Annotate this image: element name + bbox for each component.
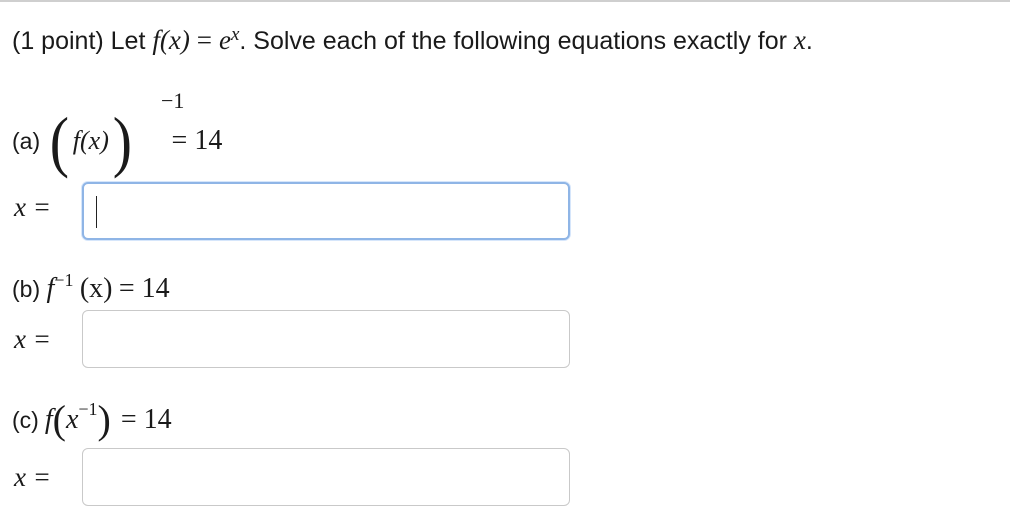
equals-sign: = (196, 25, 213, 55)
right-paren-icon: ) (112, 103, 132, 179)
part-a-exponent: −1 (161, 88, 185, 113)
exp-base: e (218, 25, 231, 55)
part-c-left-paren-icon: ( (52, 397, 66, 442)
part-c-exponent: −1 (78, 399, 98, 419)
part-c-right-paren-icon: ) (97, 397, 111, 442)
function-definition-lhs: f(x) (152, 25, 190, 55)
left-paren-icon: ( (49, 103, 70, 179)
part-a-label: (a) (12, 127, 41, 154)
part-c-x: x (65, 404, 79, 435)
part-c-label: (c) (12, 407, 39, 433)
part-c-answer-prefix: x = (14, 462, 51, 492)
variable: x (793, 25, 806, 55)
instruction-text: . Solve each of the following equations … (239, 27, 787, 55)
part-c-rhs: = 14 (120, 404, 172, 435)
part-c-equation: (c) f ( x −1 ) = 14 (12, 398, 172, 442)
points-label: (1 point) Let (12, 27, 146, 55)
part-a-answer-input[interactable] (82, 182, 570, 240)
exp-exponent: x (230, 24, 240, 45)
top-divider (0, 0, 1010, 2)
part-b-exponent: −1 (54, 270, 74, 290)
part-b-answer-input[interactable] (82, 310, 570, 368)
part-a-fx: f(x) (72, 126, 109, 155)
part-a-answer-prefix: x = (14, 192, 51, 222)
part-a-equation: (a) ( f(x) ) = 14 (12, 96, 222, 186)
part-b-equation: (b) f−1 (x) = 14 (12, 270, 170, 310)
text-cursor (96, 196, 97, 228)
period: . (805, 27, 813, 55)
part-c-answer-input[interactable] (82, 448, 570, 506)
part-c-f: f (44, 404, 53, 435)
part-b-label: (b) (12, 276, 41, 302)
part-b-answer-prefix: x = (14, 324, 51, 354)
problem-statement: (1 point) Let f(x) = ex. Solve each of t… (12, 22, 813, 62)
part-b-arg: (x) (79, 273, 113, 304)
part-b-rhs: = 14 (118, 273, 170, 304)
part-a-rhs: = 14 (171, 125, 223, 156)
